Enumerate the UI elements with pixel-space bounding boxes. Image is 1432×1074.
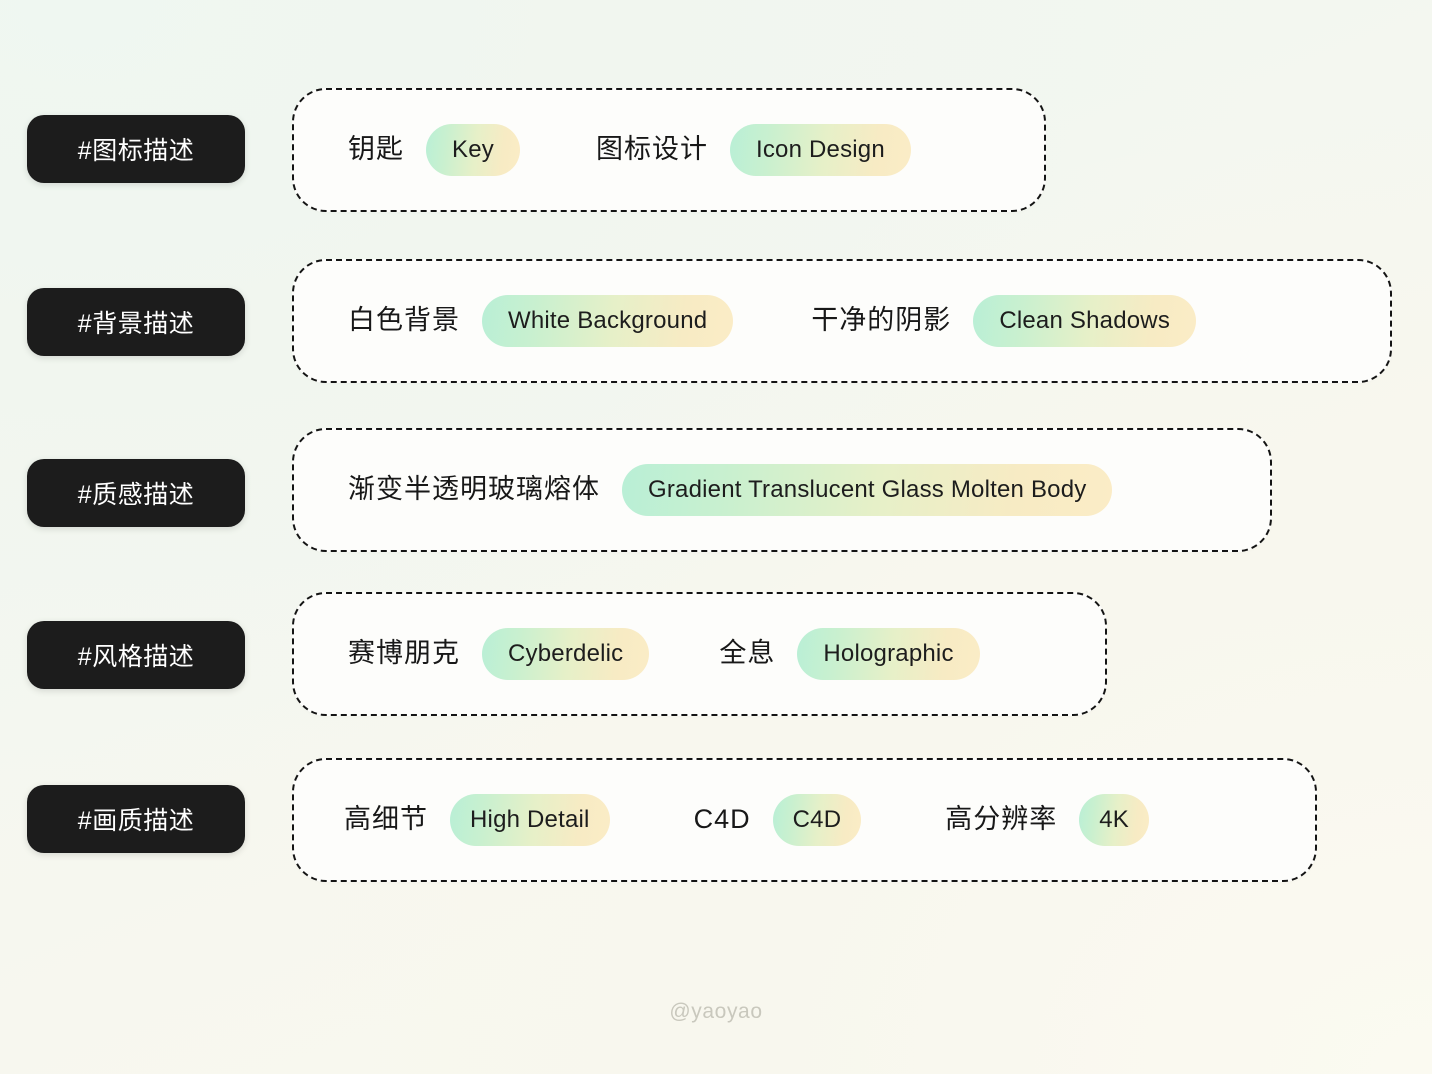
category-chip-label: #风格描述 (77, 643, 195, 671)
category-chip-texture-description[interactable]: #质感描述 (27, 459, 245, 527)
keyword-en-pill[interactable]: High Detail (450, 794, 610, 846)
category-chip-label: #图标描述 (77, 137, 195, 165)
keyword-en-pill[interactable]: Gradient Translucent Glass Molten Body (622, 464, 1113, 516)
keyword-en-pill[interactable]: Holographic (797, 628, 980, 680)
keyword-pair: C4D C4D (694, 794, 862, 846)
category-chip-background-description[interactable]: #背景描述 (27, 288, 245, 356)
keyword-zh: C4D (693, 803, 751, 834)
keyword-panel-icon-description: 钥匙 Key 图标设计 Icon Design (292, 88, 1046, 212)
keyword-zh: 全息 (719, 637, 776, 668)
keyword-pair: 高细节 High Detail (344, 794, 610, 846)
keyword-pair: 渐变半透明玻璃熔体 Gradient Translucent Glass Mol… (348, 464, 1113, 516)
keyword-zh: 高细节 (344, 803, 428, 834)
keyword-en-pill[interactable]: Icon Design (729, 124, 911, 176)
keyword-pair: 图标设计 Icon Design (596, 124, 911, 176)
keyword-en-pill[interactable]: Key (426, 124, 520, 176)
keyword-pair: 赛博朋克 Cyberdelic (348, 628, 650, 680)
keyword-en-pill[interactable]: Cyberdelic (482, 628, 650, 680)
category-chip-style-description[interactable]: #风格描述 (27, 621, 245, 689)
poster-canvas: #图标描述 钥匙 Key 图标设计 Icon Design #背景描述 白色背景… (0, 0, 1432, 1074)
category-chip-label: #背景描述 (77, 310, 195, 338)
keyword-en-pill[interactable]: C4D (772, 794, 862, 846)
keyword-panel-style-description: 赛博朋克 Cyberdelic 全息 Holographic (292, 592, 1107, 716)
keyword-pair: 干净的阴影 Clean Shadows (811, 295, 1197, 347)
keyword-en-pill[interactable]: 4K (1079, 794, 1149, 846)
category-chip-label: #画质描述 (77, 807, 195, 835)
keyword-zh: 赛博朋克 (348, 637, 460, 668)
keyword-pair: 钥匙 Key (348, 124, 520, 176)
keyword-en-pill[interactable]: White Background (482, 295, 734, 347)
keyword-zh: 白色背景 (348, 304, 460, 335)
watermark: @yaoyao (669, 1000, 763, 1023)
keyword-panel-quality-description: 高细节 High Detail C4D C4D 高分辨率 4K (292, 758, 1317, 882)
keyword-zh: 高分辨率 (945, 803, 1058, 834)
keyword-zh: 干净的阴影 (811, 304, 952, 335)
keyword-zh: 图标设计 (595, 133, 708, 164)
keyword-panel-texture-description: 渐变半透明玻璃熔体 Gradient Translucent Glass Mol… (292, 428, 1272, 552)
keyword-pair: 高分辨率 4K (945, 794, 1149, 846)
keyword-pair: 全息 Holographic (719, 628, 980, 680)
category-chip-quality-description[interactable]: #画质描述 (27, 785, 245, 853)
keyword-panel-background-description: 白色背景 White Background 干净的阴影 Clean Shadow… (292, 259, 1392, 383)
keyword-en-pill[interactable]: Clean Shadows (973, 295, 1197, 347)
keyword-pair: 白色背景 White Background (348, 295, 734, 347)
category-chip-label: #质感描述 (77, 481, 195, 509)
keyword-zh: 钥匙 (348, 133, 404, 164)
keyword-zh: 渐变半透明玻璃熔体 (348, 473, 600, 504)
category-chip-icon-description[interactable]: #图标描述 (27, 115, 245, 183)
